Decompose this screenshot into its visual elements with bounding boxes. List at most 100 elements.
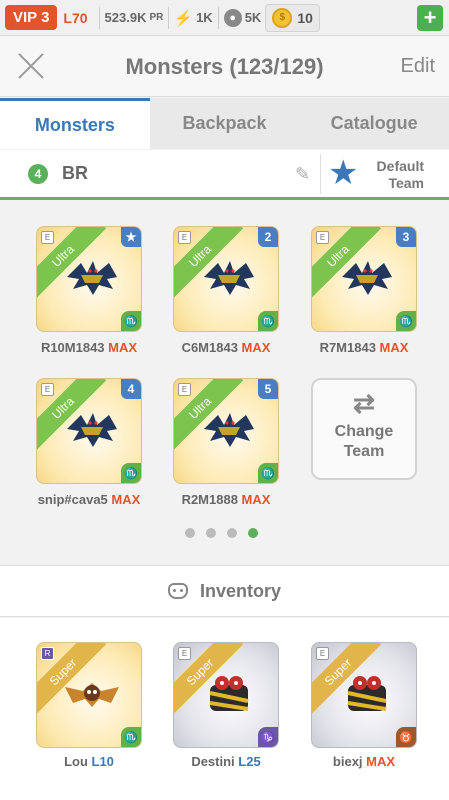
change-team-line2: Team [343, 443, 385, 460]
swap-arrows-icon: ⇄ [353, 388, 375, 418]
monster-level-tag: MAX [108, 340, 138, 355]
monster-name: Lou [64, 754, 92, 769]
monster-card[interactable]: E Super ♑ [173, 642, 279, 748]
monster-name: R10M1843 [40, 340, 109, 355]
team-slot-badge: 2 [258, 227, 278, 247]
tier-icon: E [316, 231, 329, 244]
monster-name: Destini [191, 754, 239, 769]
monster-card[interactable]: E Ultra 3 ♏ [311, 226, 417, 332]
monster-icon [209, 676, 249, 711]
lightning-icon: ⚡ [174, 9, 194, 27]
power-unit: PR [149, 12, 164, 23]
element-icon: ♏ [258, 463, 278, 483]
monster-card[interactable]: E Ultra 2 ♏ [173, 226, 279, 332]
star-icon[interactable]: ★ [328, 156, 358, 190]
default-team-label[interactable]: Default Team [370, 158, 424, 192]
monster-card[interactable]: R Super ♏ [36, 642, 142, 748]
change-team-button[interactable]: ⇄ Change Team [311, 378, 417, 480]
divider [168, 6, 170, 29]
page-dot[interactable] [248, 528, 258, 538]
tier-icon: E [178, 647, 191, 660]
team-number-badge: 4 [28, 163, 48, 184]
add-currency-button[interactable]: + [417, 5, 443, 31]
energy-stat[interactable]: ⚡ 1K [174, 9, 212, 27]
divider [217, 6, 219, 29]
monster-level-tag: L10 [91, 754, 114, 769]
close-button[interactable] [16, 51, 46, 81]
monster-level-tag: MAX [379, 340, 409, 355]
monster-card[interactable]: E Ultra 5 ♏ [173, 378, 279, 484]
gold-stat[interactable]: $ 10 [265, 3, 320, 32]
tier-icon: R [41, 647, 54, 660]
tab-monsters[interactable]: Monsters [0, 98, 150, 149]
power-stat: 523.9K PR [105, 10, 164, 25]
change-team-label: Change Team [313, 422, 415, 462]
gold-value: 10 [297, 9, 313, 26]
tier-icon: E [41, 383, 54, 396]
monster-level-tag: MAX [241, 492, 271, 507]
team-slot-badge: ★ [121, 227, 141, 247]
monster-caption: R2M1888 MAX [156, 492, 296, 507]
team-slot-badge: 3 [396, 227, 416, 247]
tier-icon: E [178, 231, 191, 244]
power-value: 523.9K [104, 10, 147, 25]
food-stat[interactable]: ● 5K [223, 8, 262, 27]
inventory-label: Inventory [199, 580, 282, 601]
element-icon: ♏ [258, 311, 278, 331]
element-icon: ♉ [396, 727, 416, 747]
page-indicator [185, 528, 258, 538]
tier-icon: E [178, 383, 191, 396]
monster-caption: Lou L10 [19, 754, 159, 769]
monster-icon [342, 261, 392, 295]
monster-level-tag: MAX [111, 492, 141, 507]
element-icon: ♏ [121, 463, 141, 483]
monster-caption: R10M1843 MAX [19, 340, 159, 355]
monster-name: R7M1843 [319, 340, 380, 355]
monster-icon [67, 413, 117, 447]
monster-icon [347, 676, 387, 711]
monster-caption: snip#cava5 MAX [19, 492, 159, 507]
monster-name: R2M1888 [181, 492, 242, 507]
cat-icon [167, 583, 188, 599]
monster-icon [204, 261, 254, 295]
tab-catalogue[interactable]: Catalogue [299, 98, 449, 149]
monster-caption: Destini L25 [156, 754, 296, 769]
team-selector: 4 BR ✎ ★ Default Team [0, 150, 449, 200]
player-level: L70 [63, 9, 88, 26]
page-title: Monsters (123/129) [125, 53, 324, 79]
monster-card[interactable]: E Ultra ★ ♏ [36, 226, 142, 332]
page-dot[interactable] [227, 528, 237, 538]
monster-card[interactable]: E Ultra 4 ♏ [36, 378, 142, 484]
tier-icon: E [41, 231, 54, 244]
tab-bar: Monsters Backpack Catalogue [0, 98, 449, 149]
monster-card[interactable]: E Super ♉ [311, 642, 417, 748]
inventory-header[interactable]: Inventory [0, 565, 449, 617]
monster-name: snip#cava5 [37, 492, 112, 507]
monster-icon [204, 413, 254, 447]
divider [320, 154, 321, 194]
element-icon: ♏ [121, 311, 141, 331]
edit-button[interactable]: Edit [401, 55, 435, 78]
default-team-line1: Default [376, 158, 424, 174]
tab-backpack[interactable]: Backpack [150, 98, 300, 149]
pencil-icon[interactable]: ✎ [295, 164, 310, 185]
energy-value: 1K [196, 10, 213, 25]
divider [98, 6, 100, 29]
change-team-line1: Change [334, 423, 394, 440]
monster-icon [67, 261, 117, 295]
element-icon: ♏ [396, 311, 416, 331]
screen-header: Monsters (123/129) Edit [0, 37, 449, 97]
food-value: 5K [244, 10, 262, 25]
monster-name: C6M1843 [181, 340, 242, 355]
element-icon: ♏ [121, 727, 141, 747]
page-dot[interactable] [185, 528, 195, 538]
page-dot[interactable] [206, 528, 216, 538]
vip-badge[interactable]: VIP 3 [5, 5, 58, 30]
team-slot-badge: 5 [258, 379, 278, 399]
coin-icon: $ [272, 7, 293, 28]
team-name: BR [62, 163, 88, 183]
monster-caption: R7M1843 MAX [294, 340, 434, 355]
team-slot-badge: 4 [121, 379, 141, 399]
tier-icon: E [316, 647, 329, 660]
monster-name: biexj [332, 754, 367, 769]
